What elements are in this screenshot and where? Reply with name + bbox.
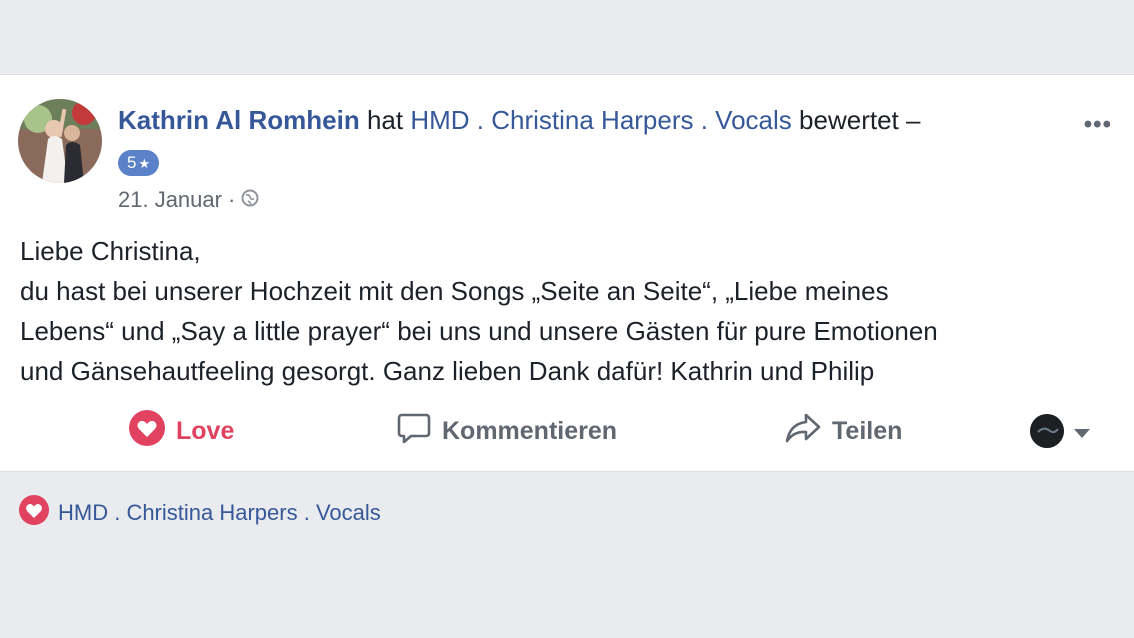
more-options-button[interactable]: ••• — [1084, 111, 1112, 139]
post-text-line: Lebens“ und „Say a little prayer“ bei un… — [20, 316, 938, 346]
heart-icon — [18, 494, 50, 532]
chevron-down-icon — [1074, 417, 1090, 446]
love-button[interactable]: Love — [128, 405, 234, 457]
post-text-line: Liebe Christina, — [20, 236, 201, 266]
reactor-name[interactable]: HMD . Christina Harpers . Vocals — [58, 500, 381, 526]
avatar-photo — [18, 99, 102, 183]
post-body: Liebe Christina, du hast bei unserer Hoc… — [20, 231, 1100, 391]
share-button[interactable]: Teilen — [784, 405, 902, 457]
share-arrow-icon — [784, 410, 822, 453]
comment-icon — [396, 410, 432, 453]
author-avatar[interactable] — [18, 99, 102, 183]
action-text-post: bewertet – — [799, 105, 921, 135]
action-text: hat — [366, 105, 404, 135]
star-icon: ★ — [138, 156, 151, 171]
comment-button[interactable]: Kommentieren — [396, 405, 617, 457]
post-text-line: und Gänsehautfeeling gesorgt. Ganz liebe… — [20, 356, 875, 386]
page-identity-selector[interactable] — [1030, 405, 1090, 457]
post-text-line: du hast bei unserer Hochzeit mit den Son… — [20, 276, 889, 306]
rating-badge: 5 ★ — [118, 150, 160, 176]
rating-value: 5 — [127, 153, 137, 172]
post-date[interactable]: 21. Januar — [118, 187, 222, 213]
post-meta: 21. Januar · — [118, 187, 259, 213]
meta-separator: · — [227, 187, 236, 212]
action-bar: Love Kommentieren Teilen — [0, 405, 1134, 457]
love-label: Love — [176, 416, 235, 445]
comment-label: Kommentieren — [442, 416, 618, 445]
heart-icon — [128, 409, 166, 454]
author-name[interactable]: Kathrin Al Romhein — [118, 105, 360, 135]
page-name-link[interactable]: HMD . Christina Harpers . Vocals — [410, 105, 791, 135]
globe-icon — [241, 187, 259, 213]
review-post: Kathrin Al Romhein hat HMD . Christina H… — [0, 74, 1134, 472]
page-avatar — [1030, 414, 1064, 448]
reaction-summary[interactable]: HMD . Christina Harpers . Vocals — [18, 494, 381, 532]
share-label: Teilen — [832, 416, 903, 445]
post-header: Kathrin Al Romhein hat HMD . Christina H… — [118, 105, 920, 136]
